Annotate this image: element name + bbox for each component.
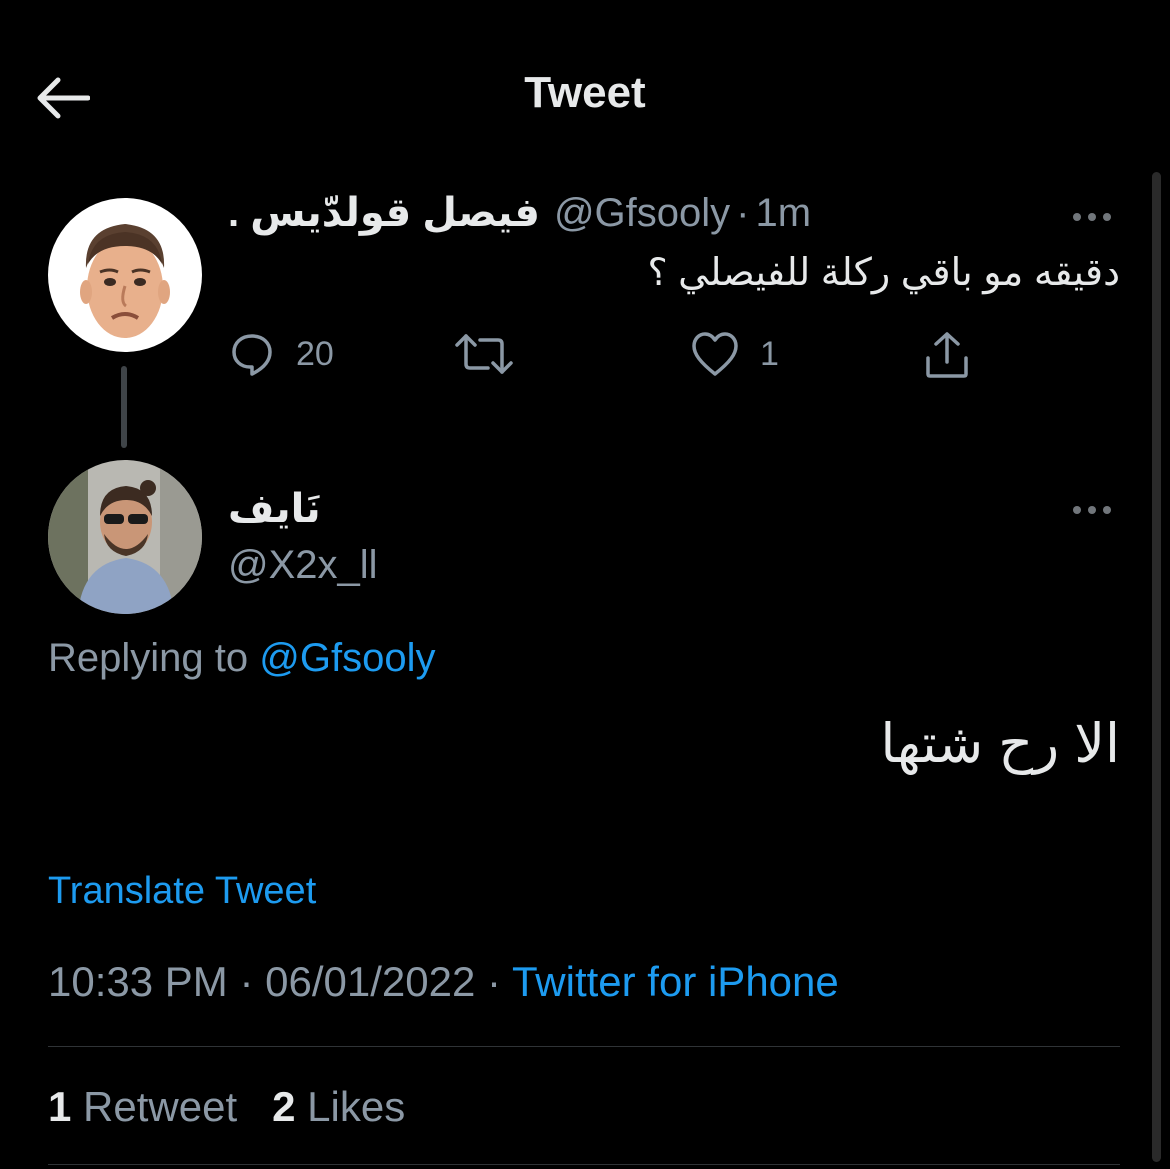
retweet-button[interactable] <box>454 330 514 378</box>
thread-connector <box>121 366 127 448</box>
divider <box>48 1164 1120 1165</box>
share-button[interactable] <box>922 330 972 380</box>
author-avatar[interactable] <box>48 460 202 614</box>
tweet-text: الا رح شتها <box>880 714 1120 774</box>
like-button[interactable]: 1 <box>690 330 779 378</box>
tweet-date: 06/01/2022 <box>265 958 476 1005</box>
parent-name-line: فيصل قولدّيس . @Gfsooly · 1m <box>228 190 1068 236</box>
likes-stat[interactable]: 2 Likes <box>272 1083 405 1130</box>
parent-handle[interactable]: @Gfsooly <box>554 191 730 236</box>
parent-time[interactable]: 1m <box>755 191 811 236</box>
avatar-face-icon <box>48 198 202 352</box>
parent-display-name[interactable]: فيصل قولدّيس . <box>228 190 540 236</box>
meta-separator: · <box>487 958 502 1005</box>
separator-dot: · <box>736 191 750 235</box>
like-count: 1 <box>760 334 779 373</box>
like-icon <box>692 332 738 376</box>
parent-tweet-text: دقيقه مو باقي ركلة للفيصلي ؟ <box>647 252 1120 294</box>
retweets-count: 1 <box>48 1083 72 1130</box>
replying-to: Replying to @Gfsooly <box>48 636 435 681</box>
retweet-icon <box>455 334 513 374</box>
tweet-meta: 10:33 PM · 06/01/2022 · Twitter for iPho… <box>48 958 839 1006</box>
divider <box>48 1046 1120 1047</box>
replying-label: Replying to <box>48 636 249 680</box>
more-icon[interactable] <box>1073 500 1111 520</box>
likes-count: 2 <box>272 1083 296 1130</box>
likes-label: Likes <box>307 1083 406 1130</box>
tweet-source-link[interactable]: Twitter for iPhone <box>512 958 839 1005</box>
retweets-label: Retweet <box>83 1083 238 1130</box>
reply-count: 20 <box>296 334 334 373</box>
more-icon[interactable] <box>1073 207 1111 227</box>
avatar-photo-icon <box>48 460 202 614</box>
scrollbar[interactable] <box>1152 172 1161 1162</box>
parent-avatar[interactable] <box>48 198 202 352</box>
tweet-time: 10:33 PM <box>48 958 228 1005</box>
author-handle[interactable]: @X2x_ll <box>228 543 378 588</box>
retweets-stat[interactable]: 1 Retweet <box>48 1083 237 1130</box>
replying-handle-link[interactable]: @Gfsooly <box>259 636 435 680</box>
translate-tweet-link[interactable]: Translate Tweet <box>48 870 316 913</box>
parent-action-bar: 20 1 <box>228 330 988 390</box>
share-icon <box>926 332 968 378</box>
page-title: Tweet <box>524 68 646 117</box>
meta-separator: · <box>239 958 254 1005</box>
author-display-name[interactable]: نَايف <box>228 486 321 532</box>
reply-button[interactable]: 20 <box>228 330 334 378</box>
reply-icon <box>232 334 272 376</box>
engagement-stats: 1 Retweet 2 Likes <box>48 1083 405 1131</box>
